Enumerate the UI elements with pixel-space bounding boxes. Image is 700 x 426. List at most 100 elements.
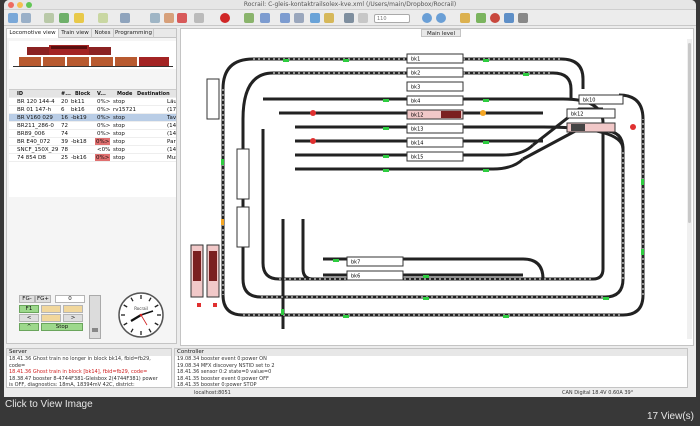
block-bk14[interactable]: bk14 [411, 141, 423, 147]
col-destination[interactable]: Destination [137, 90, 170, 97]
sensor[interactable] [383, 99, 389, 102]
up-button[interactable]: ^ [19, 323, 39, 331]
table-row[interactable]: 74 854 DB 25 -bk16 0%> stop Mus [9, 154, 176, 162]
left-button[interactable]: < [19, 314, 39, 322]
block-bk4[interactable]: bk4 [411, 99, 420, 105]
zoom-out-icon[interactable] [436, 13, 446, 23]
sensor[interactable] [221, 159, 224, 165]
key-icon[interactable] [74, 13, 84, 23]
table-row[interactable]: SNCF_150X_29 78 <0% stop (14,0 [9, 146, 176, 154]
fg-plus-button[interactable]: FG+ [35, 295, 51, 303]
sensor[interactable] [383, 155, 389, 158]
table-row[interactable]: BR E40_072 39 -bk18 0%> stop Park [9, 138, 176, 146]
block-vertical[interactable] [236, 206, 250, 248]
block-bk15[interactable]: bk15 [411, 155, 423, 161]
sensor[interactable] [483, 141, 489, 144]
lightning-icon[interactable] [324, 13, 334, 23]
download-icon[interactable] [59, 13, 69, 23]
col-address[interactable]: #... [61, 90, 71, 97]
sensor[interactable] [503, 315, 509, 318]
gear-icon[interactable] [490, 13, 500, 23]
sensor[interactable] [343, 59, 349, 62]
sensor[interactable] [603, 297, 609, 300]
f2-button[interactable] [41, 305, 61, 313]
upload-icon[interactable] [44, 13, 54, 23]
table-row[interactable]: BR 120 144-4 20 bk11 0%> stop Läuft [9, 98, 176, 106]
signal-red[interactable] [310, 138, 316, 144]
stop-sign-icon[interactable] [164, 13, 174, 23]
tab-notes[interactable]: Notes [92, 29, 114, 38]
block-bk3[interactable]: bk3 [411, 85, 420, 91]
block-bk6[interactable]: bk6 [351, 274, 360, 280]
block-bk12[interactable]: bk12 [411, 113, 423, 119]
block-bk13[interactable]: bk13 [411, 127, 423, 133]
signal-yellow[interactable] [480, 110, 486, 116]
settings-icon[interactable] [460, 13, 470, 23]
help-icon[interactable] [518, 13, 528, 23]
sensor-red[interactable] [213, 303, 217, 307]
train-icon[interactable] [280, 13, 290, 23]
route-icon[interactable] [294, 13, 304, 23]
table-row[interactable]: BR211_286-0 72 0%> stop (14,0 [9, 122, 176, 130]
block-vertical[interactable] [236, 148, 250, 200]
slider-handle[interactable] [92, 328, 98, 332]
col-block[interactable]: Block [75, 90, 90, 97]
sensor[interactable] [281, 309, 284, 315]
sensor[interactable] [423, 275, 429, 278]
block-bk1[interactable]: bk1 [411, 57, 420, 63]
camera-icon[interactable] [194, 13, 204, 23]
table-row[interactable]: BR89_006 74 0%> stop (14,0 [9, 130, 176, 138]
sensor[interactable] [641, 179, 644, 185]
tab-train-view[interactable]: Train view [59, 29, 92, 38]
plan-scrollbar[interactable] [687, 39, 692, 339]
col-speed[interactable]: V... [97, 90, 106, 97]
sensor[interactable] [483, 59, 489, 62]
right-button[interactable]: > [63, 314, 83, 322]
tab-main-level[interactable]: Main level [421, 29, 461, 37]
zoom-in-icon[interactable] [422, 13, 432, 23]
sensor-red[interactable] [197, 303, 201, 307]
image-icon[interactable] [358, 13, 368, 23]
f3-button[interactable] [63, 305, 83, 313]
stop-button[interactable]: Stop [41, 323, 83, 331]
open-icon[interactable] [8, 13, 18, 23]
block-bk7[interactable]: bk7 [351, 260, 360, 266]
col-id[interactable]: ID [17, 90, 23, 97]
info-icon[interactable] [504, 13, 514, 23]
calendar-icon[interactable] [120, 13, 130, 23]
sensor[interactable] [343, 315, 349, 318]
auto-icon[interactable] [260, 13, 270, 23]
block-bk10[interactable]: bk10 [583, 98, 595, 104]
f1-button[interactable]: F1 [19, 305, 39, 313]
sensor[interactable] [523, 73, 529, 76]
sensor[interactable] [423, 297, 429, 300]
sensor[interactable] [483, 99, 489, 102]
table-row[interactable]: BR 01 147-h 6 bk16 0%> rv15721 (17, [9, 106, 176, 114]
sensor[interactable] [383, 169, 389, 172]
block-bk12-right[interactable]: bk12 [571, 112, 583, 118]
signal-red[interactable] [310, 110, 316, 116]
sensor-yellow[interactable] [221, 219, 224, 225]
fg-minus-button[interactable]: FG- [19, 295, 35, 303]
sensor[interactable] [383, 127, 389, 130]
scrollbar-thumb[interactable] [688, 43, 691, 223]
click-to-view-link[interactable]: Click to View Image [5, 399, 93, 410]
track-plan[interactable]: bk1 bk2 bk3 bk4 bk12 bk13 bk14 bk15 bk10 [183, 39, 691, 343]
signal-red[interactable] [630, 124, 636, 130]
sensor[interactable] [283, 59, 289, 62]
programming-icon[interactable] [98, 13, 108, 23]
speed-slider[interactable] [89, 295, 101, 339]
tab-programming[interactable]: Programming [114, 29, 154, 38]
f4-button[interactable] [41, 314, 61, 322]
zoom-select[interactable]: 110 [374, 14, 410, 23]
save-icon[interactable] [21, 13, 31, 23]
table-row-selected[interactable]: BR V160 029 16 -bk19 0%> stop Tave [9, 114, 176, 122]
go-icon[interactable] [244, 13, 254, 23]
col-mode[interactable]: Mode [117, 90, 132, 97]
sensor[interactable] [641, 249, 644, 255]
switch-icon[interactable] [310, 13, 320, 23]
sensor[interactable] [483, 169, 489, 172]
block-vertical[interactable] [206, 78, 220, 120]
block-icon[interactable] [150, 13, 160, 23]
block-bk2[interactable]: bk2 [411, 71, 420, 77]
